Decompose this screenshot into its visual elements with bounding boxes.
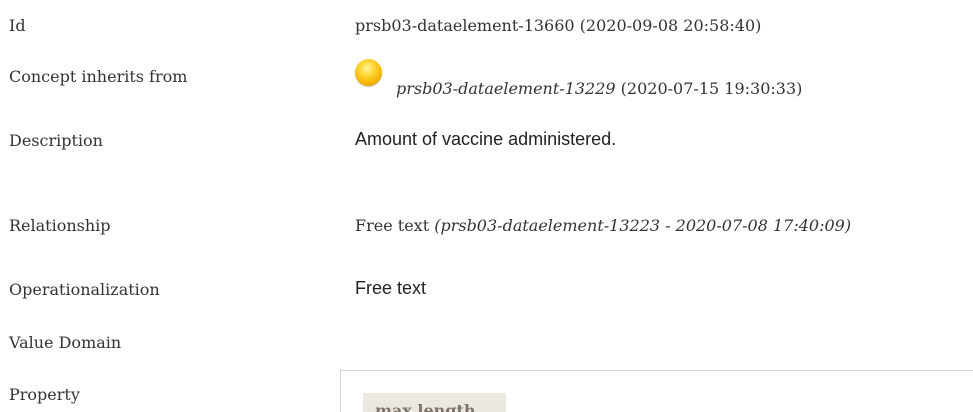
property-label: Property [9,385,80,404]
relationship-type: Free text [355,216,435,235]
operationalization-value: Free text [355,278,427,298]
yellow-status-ball-icon [355,59,382,86]
inherits-concept-link[interactable]: prsb03-dataelement-13229 [396,79,616,98]
description-value: Amount of vaccine administered. [355,129,617,149]
value-domain-panel: max length [340,370,973,412]
id-value: prsb03-dataelement-13660 (2020-09-08 20:… [355,16,762,35]
relationship-reference-link[interactable]: (prsb03-dataelement-13223 - 2020-07-08 1… [434,216,851,235]
value-domain-label: Value Domain [9,333,122,352]
description-label: Description [9,131,103,150]
property-header-label: max length [375,401,476,412]
property-column-header: max length [363,393,506,412]
inherits-date: (2020-07-15 19:30:33) [615,79,803,98]
relationship-value: Free text (prsb03-dataelement-13223 - 20… [355,216,851,235]
operationalization-label: Operationalization [9,280,160,299]
id-label: Id [9,16,26,35]
inherits-label: Concept inherits from [9,67,188,86]
inherits-value: prsb03-dataelement-13229 (2020-07-15 19:… [396,79,802,98]
relationship-label: Relationship [9,216,111,235]
